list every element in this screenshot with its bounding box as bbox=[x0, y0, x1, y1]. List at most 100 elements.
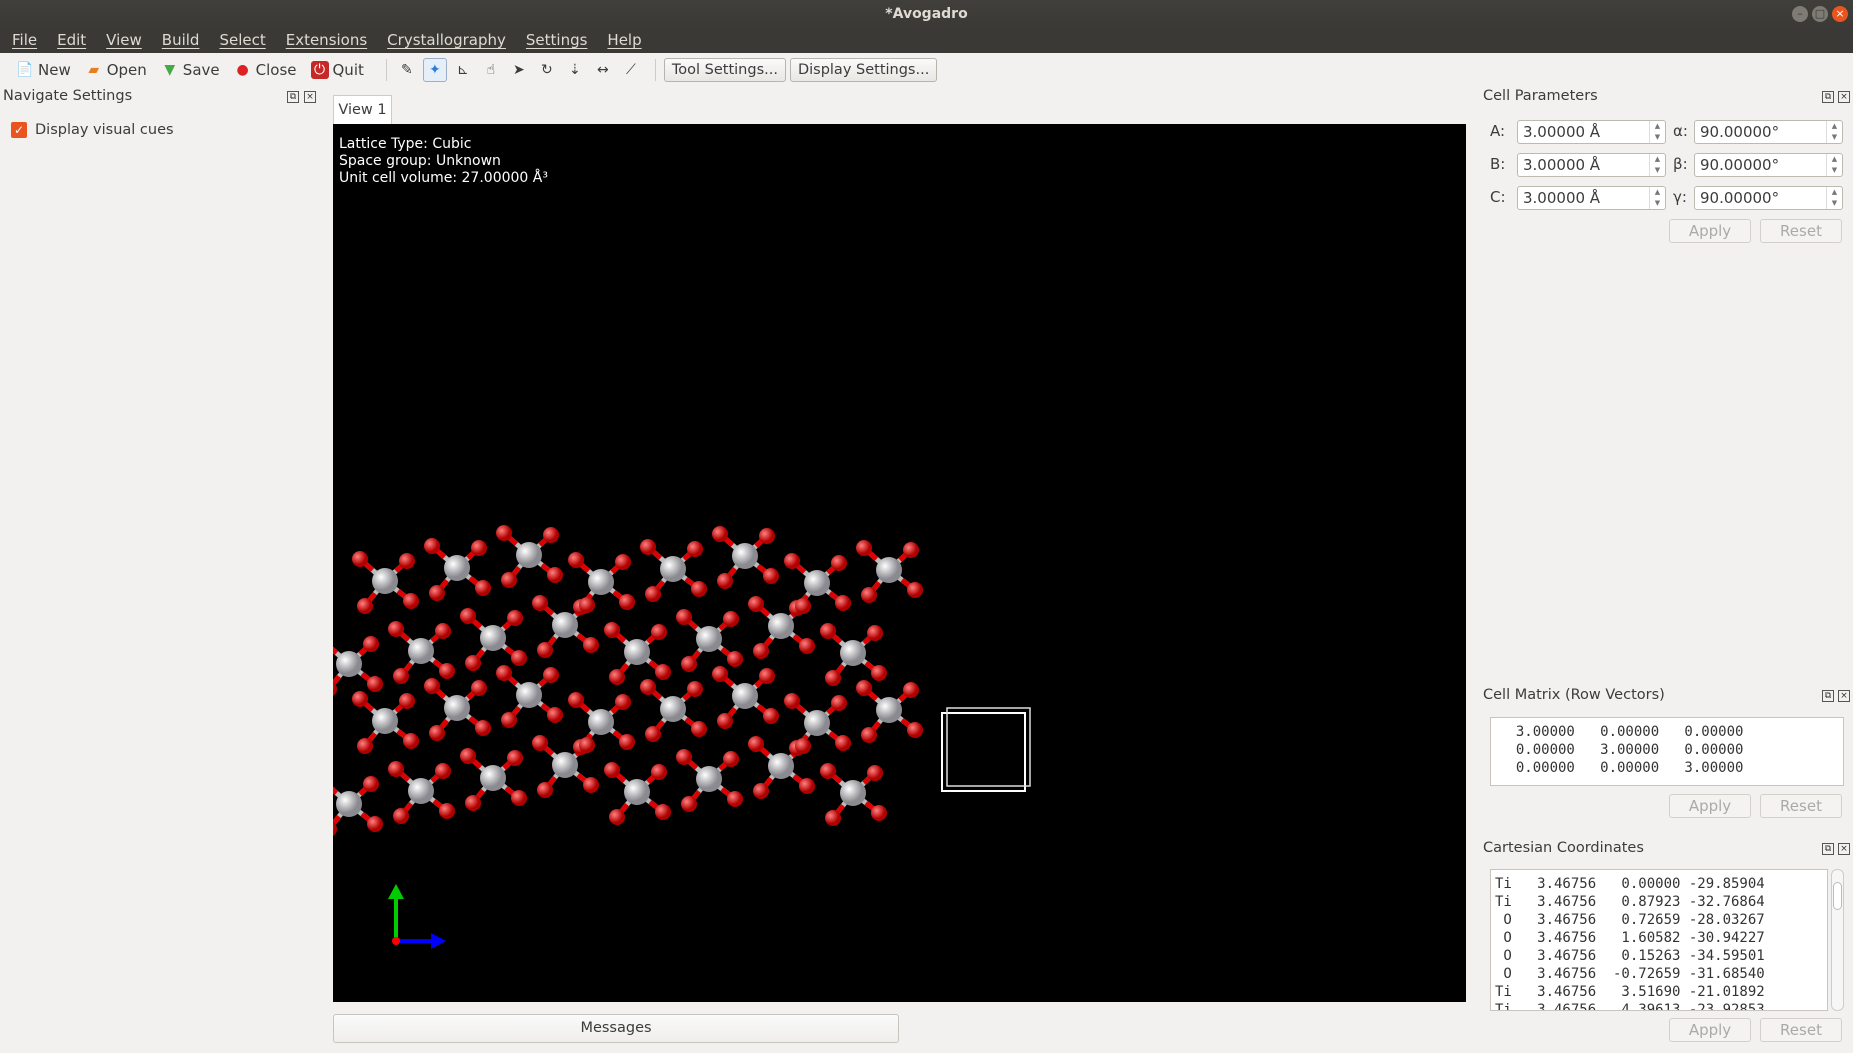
gamma-angle-spinbox[interactable]: 90.00000° ▲ ▼ bbox=[1694, 186, 1843, 210]
close-button[interactable]: ● Close bbox=[234, 61, 297, 79]
tool-settings-button[interactable]: Tool Settings... bbox=[663, 57, 786, 82]
cell-matrix-apply-button[interactable]: Apply bbox=[1669, 794, 1751, 818]
close-dock-icon[interactable]: × bbox=[1838, 843, 1850, 855]
oxygen-atom bbox=[727, 791, 743, 807]
autoopt-tool-icon[interactable]: ⇣ bbox=[563, 58, 587, 82]
menu-build[interactable]: Build bbox=[162, 28, 200, 53]
oxygen-atom bbox=[511, 790, 527, 806]
tab-view-1[interactable]: View 1 bbox=[333, 95, 392, 125]
navigate-tool-icon[interactable]: ✦ bbox=[422, 57, 447, 82]
cartesian-apply-button[interactable]: Apply bbox=[1669, 1018, 1751, 1042]
oxygen-atom bbox=[460, 608, 476, 624]
maximize-button[interactable]: □ bbox=[1812, 6, 1828, 22]
cartesian-reset-button[interactable]: Reset bbox=[1760, 1018, 1842, 1042]
cell-parameters-reset-button[interactable]: Reset bbox=[1760, 219, 1842, 243]
oxygen-atom bbox=[609, 669, 625, 685]
float-dock-icon[interactable]: ⧉ bbox=[1822, 91, 1834, 103]
measure-tool-icon[interactable]: ↔ bbox=[591, 58, 615, 82]
cartesian-coordinates-editor[interactable]: Ti 3.46756 0.00000 -29.85904 Ti 3.46756 … bbox=[1490, 869, 1828, 1011]
b-length-spinbox[interactable]: 3.00000 Å ▲ ▼ bbox=[1517, 153, 1666, 177]
scrollbar-thumb[interactable] bbox=[1833, 882, 1842, 910]
float-dock-icon[interactable]: ⧉ bbox=[1822, 690, 1834, 702]
menu-extensions[interactable]: Extensions bbox=[286, 28, 367, 53]
oxygen-atom bbox=[604, 622, 620, 638]
oxygen-atom bbox=[748, 596, 764, 612]
float-dock-icon[interactable]: ⧉ bbox=[1822, 843, 1834, 855]
spin-arrows-icon[interactable]: ▲ ▼ bbox=[1649, 154, 1665, 176]
menu-settings[interactable]: Settings bbox=[526, 28, 588, 53]
oxygen-atom bbox=[748, 736, 764, 752]
select-tool-icon[interactable]: ➤ bbox=[507, 58, 531, 82]
titanium-atom bbox=[336, 791, 362, 817]
oxygen-atom bbox=[403, 593, 419, 609]
save-button[interactable]: ▼ Save bbox=[161, 61, 219, 79]
oxygen-atom bbox=[475, 720, 491, 736]
align-tool-icon[interactable]: ⟋ bbox=[619, 58, 643, 82]
oxygen-atom bbox=[753, 783, 769, 799]
menu-file[interactable]: File bbox=[12, 28, 37, 53]
display-settings-button[interactable]: Display Settings... bbox=[789, 57, 938, 82]
cell-parameters-apply-button[interactable]: Apply bbox=[1669, 219, 1751, 243]
coordinates-scrollbar[interactable] bbox=[1831, 869, 1844, 1011]
menu-view[interactable]: View bbox=[106, 28, 142, 53]
menu-crystallography[interactable]: Crystallography bbox=[387, 28, 506, 53]
oxygen-atom bbox=[867, 765, 883, 781]
close-window-button[interactable]: × bbox=[1832, 6, 1848, 22]
molecule-viewport[interactable]: Lattice Type: Cubic Space group: Unknown… bbox=[333, 124, 1466, 1002]
float-dock-icon[interactable]: ⧉ bbox=[287, 91, 299, 103]
manipulate-tool-icon[interactable]: ☝ bbox=[479, 58, 503, 82]
messages-button[interactable]: Messages bbox=[333, 1014, 899, 1043]
oxygen-atom bbox=[831, 695, 847, 711]
autorotate-tool-icon[interactable]: ↻ bbox=[535, 58, 559, 82]
cell-matrix-editor[interactable]: 3.00000 0.00000 0.00000 0.00000 3.00000 … bbox=[1490, 717, 1844, 786]
titanium-atom bbox=[660, 556, 686, 582]
oxygen-atom bbox=[655, 664, 671, 680]
minimize-button[interactable]: – bbox=[1792, 6, 1808, 22]
oxygen-atom bbox=[424, 678, 440, 694]
cell-matrix-reset-button[interactable]: Reset bbox=[1760, 794, 1842, 818]
close-dock-icon[interactable]: × bbox=[1838, 690, 1850, 702]
oxygen-atom bbox=[367, 816, 383, 832]
new-button[interactable]: 📄 New bbox=[16, 61, 70, 79]
menu-help[interactable]: Help bbox=[607, 28, 641, 53]
oxygen-atom bbox=[388, 621, 404, 637]
titanium-atom bbox=[732, 543, 758, 569]
oxygen-atom bbox=[763, 568, 779, 584]
draw-tool-icon[interactable]: ✎ bbox=[395, 58, 419, 82]
oxygen-atom bbox=[795, 738, 811, 754]
oxygen-atom bbox=[867, 625, 883, 641]
oxygen-atom bbox=[615, 694, 631, 710]
titanium-atom bbox=[588, 709, 614, 735]
open-folder-icon: ▰ bbox=[88, 61, 100, 78]
oxygen-atom bbox=[429, 725, 445, 741]
x-axis-arrow bbox=[431, 933, 446, 949]
c-length-spinbox[interactable]: 3.00000 Å ▲ ▼ bbox=[1517, 186, 1666, 210]
oxygen-atom bbox=[640, 679, 656, 695]
close-dock-icon[interactable]: × bbox=[304, 91, 316, 103]
display-visual-cues-checkbox[interactable]: ✓ Display visual cues bbox=[11, 122, 174, 138]
a-length-spinbox[interactable]: 3.00000 Å ▲ ▼ bbox=[1517, 120, 1666, 144]
alpha-angle-spinbox[interactable]: 90.00000° ▲ ▼ bbox=[1694, 120, 1843, 144]
titanium-atom bbox=[840, 780, 866, 806]
oxygen-atom bbox=[363, 776, 379, 792]
oxygen-atom bbox=[835, 735, 851, 751]
menu-edit[interactable]: Edit bbox=[57, 28, 86, 53]
close-dock-icon[interactable]: × bbox=[1838, 91, 1850, 103]
oxygen-atom bbox=[831, 555, 847, 571]
spin-arrows-icon[interactable]: ▲ ▼ bbox=[1826, 154, 1842, 176]
titanium-atom bbox=[480, 625, 506, 651]
menu-select[interactable]: Select bbox=[219, 28, 265, 53]
oxygen-atom bbox=[903, 682, 919, 698]
titanium-atom bbox=[372, 708, 398, 734]
titanium-atom bbox=[876, 697, 902, 723]
oxygen-atom bbox=[861, 587, 877, 603]
spin-arrows-icon[interactable]: ▲ ▼ bbox=[1826, 121, 1842, 143]
spin-arrows-icon[interactable]: ▲ ▼ bbox=[1649, 121, 1665, 143]
beta-angle-spinbox[interactable]: 90.00000° ▲ ▼ bbox=[1694, 153, 1843, 177]
open-button[interactable]: ▰ Open bbox=[85, 61, 146, 79]
quit-button[interactable]: ⏻ Quit bbox=[310, 60, 364, 79]
spin-arrows-icon[interactable]: ▲ ▼ bbox=[1649, 187, 1665, 209]
spin-arrows-icon[interactable]: ▲ ▼ bbox=[1826, 187, 1842, 209]
bond-centric-tool-icon[interactable]: ⊾ bbox=[451, 58, 475, 82]
titanium-atom bbox=[732, 683, 758, 709]
